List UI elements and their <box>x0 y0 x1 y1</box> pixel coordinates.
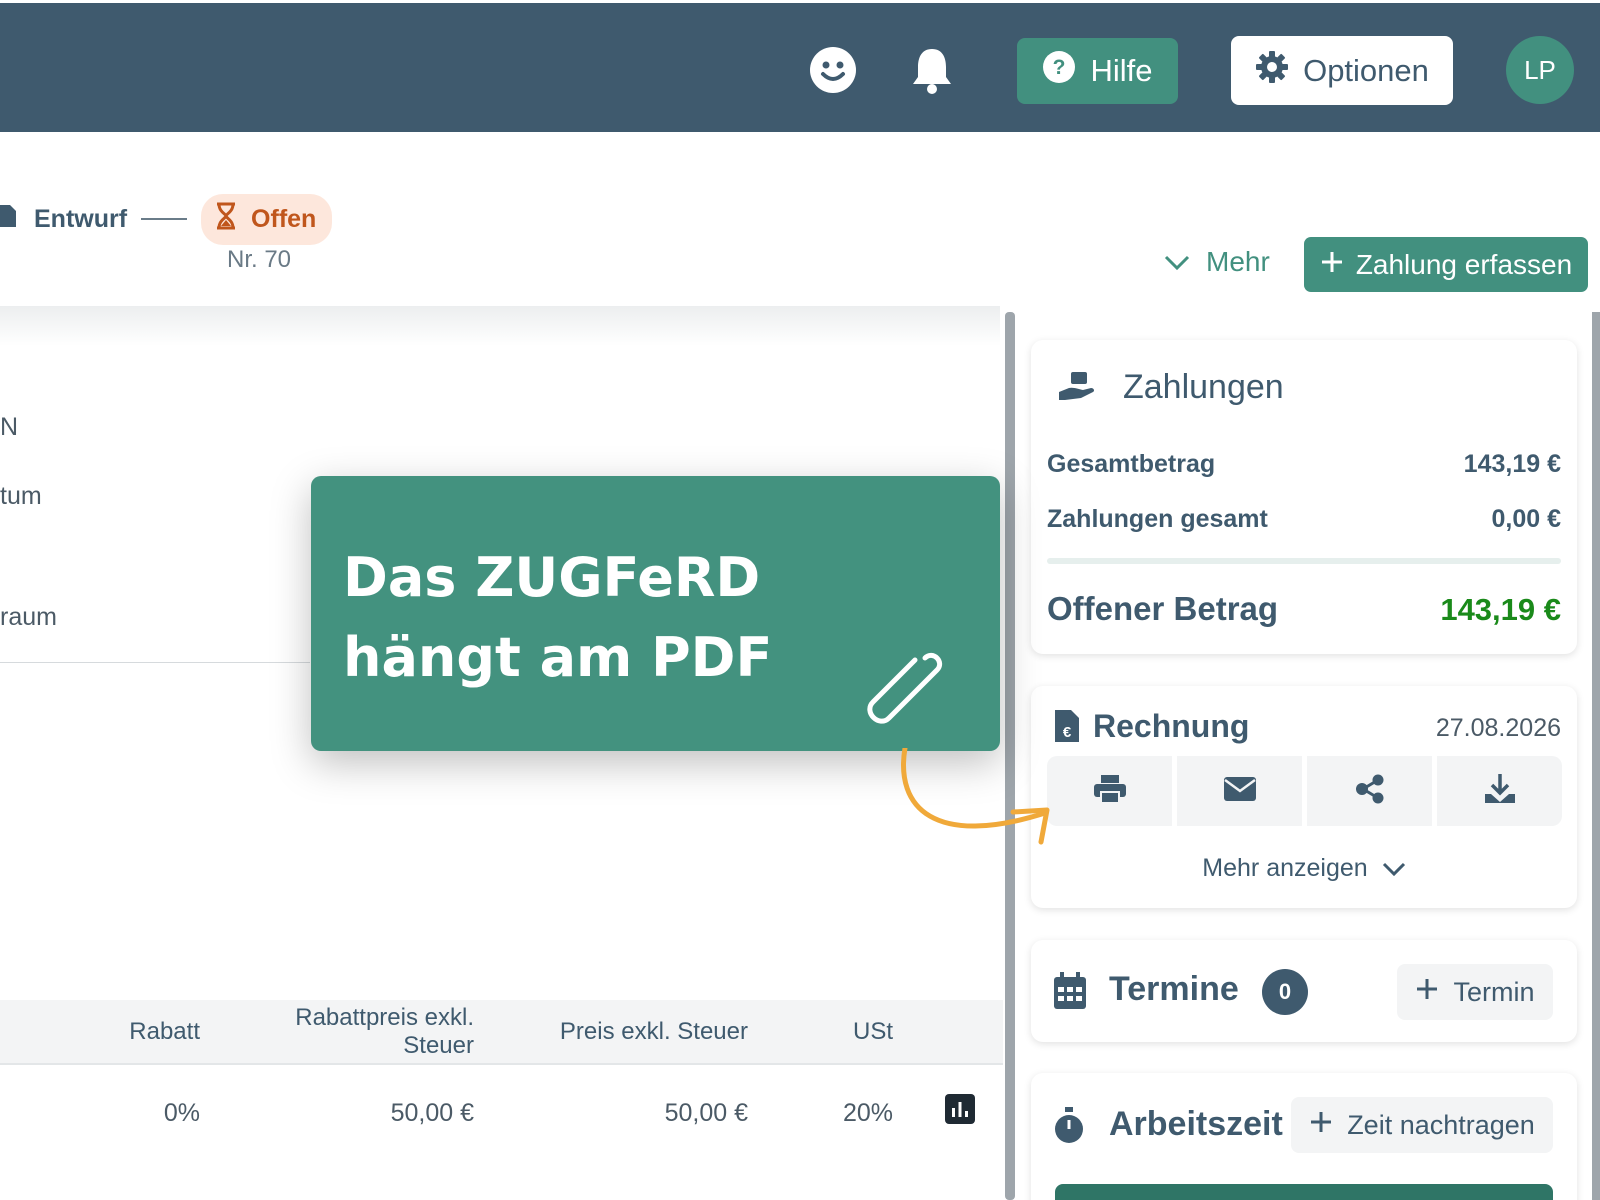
share-button[interactable] <box>1307 756 1432 826</box>
plus-icon <box>1309 1110 1333 1141</box>
hourglass-icon <box>215 202 237 237</box>
status-open-badge: Offen <box>201 193 333 245</box>
td-ust: 20% <box>842 1099 893 1127</box>
paid-value: 0,00 € <box>1491 505 1561 533</box>
content-top-shadow <box>0 306 1000 346</box>
envelope-icon <box>1223 776 1257 807</box>
add-time-button[interactable]: Zeit nachtragen <box>1291 1097 1553 1153</box>
download-icon <box>1483 772 1517 811</box>
worktime-title: Arbeitszeit <box>1109 1105 1283 1143</box>
hand-money-icon <box>1057 370 1097 409</box>
th-rabattpreis-line2: Steuer <box>403 1032 474 1059</box>
appointments-card: Termine 0 Termin <box>1031 940 1577 1042</box>
document-icon <box>0 203 16 236</box>
invoice-date: 27.08.2026 <box>1435 714 1561 742</box>
total-value: 143,19 € <box>1463 450 1561 478</box>
appointments-count-badge: 0 <box>1262 969 1308 1015</box>
status-open-label: Offen <box>251 204 317 233</box>
payments-card: Zahlungen Gesamtbetrag 143,19 € Zahlunge… <box>1031 340 1577 654</box>
stopwatch-icon <box>1053 1107 1085 1150</box>
status-draft: Entwurf <box>0 203 127 236</box>
more-dropdown-button[interactable]: Mehr <box>1164 246 1270 278</box>
total-label: Gesamtbetrag <box>1047 450 1216 478</box>
td-rabatt: 0% <box>163 1099 200 1127</box>
status-stepper: Entwurf Offen <box>0 193 333 245</box>
chevron-down-icon <box>1164 246 1190 278</box>
help-button[interactable]: ? Hilfe <box>1017 38 1178 104</box>
feedback-smiley-icon[interactable] <box>808 45 858 95</box>
invoice-title: Rechnung <box>1093 708 1250 744</box>
sidebar-scrollbar[interactable] <box>1592 312 1600 1200</box>
appointments-title: Termine <box>1109 970 1239 1008</box>
invoice-number: Nr. 70 <box>227 246 292 273</box>
worktime-card: Arbeitszeit Zeit nachtragen <box>1031 1073 1577 1200</box>
field-label-2: tum <box>0 482 42 510</box>
add-appointment-button[interactable]: Termin <box>1397 964 1553 1020</box>
th-rabattpreis: Rabattpreis exkl. Steuer <box>295 1004 474 1060</box>
svg-text:€: € <box>1063 724 1072 741</box>
top-bar: ? Hilfe Optionen LP <box>0 3 1600 132</box>
invoice-card: € Rechnung 27.08.2026 Mehr anzeigen <box>1031 686 1577 908</box>
options-button[interactable]: Optionen <box>1231 36 1453 105</box>
record-payment-label: Zahlung erfassen <box>1355 248 1573 280</box>
zugferd-callout: Das ZUGFeRD hängt am PDF <box>311 476 1000 751</box>
callout-text: Das ZUGFeRD hängt am PDF <box>343 546 773 689</box>
field-label-3: raum <box>0 603 57 631</box>
bar-chart-icon[interactable] <box>945 1094 975 1124</box>
print-button[interactable] <box>1047 756 1172 826</box>
field-label-1: N <box>0 413 19 441</box>
payments-divider <box>1047 558 1561 564</box>
notification-bell-icon[interactable] <box>907 45 957 95</box>
plus-icon <box>1320 249 1344 281</box>
gear-icon <box>1255 50 1289 92</box>
email-button[interactable] <box>1177 756 1302 826</box>
status-draft-label: Entwurf <box>34 204 128 233</box>
th-rabattpreis-line1: Rabattpreis exkl. <box>295 1004 474 1031</box>
help-label: Hilfe <box>1090 53 1153 88</box>
paid-label: Zahlungen gesamt <box>1047 505 1268 533</box>
paperclip-icon <box>855 648 945 733</box>
add-time-label: Zeit nachtragen <box>1347 1109 1535 1140</box>
td-preis: 50,00 € <box>664 1099 748 1127</box>
plus-icon <box>1415 977 1439 1008</box>
th-ust: USt <box>852 1018 893 1045</box>
show-more-label: Mehr anzeigen <box>1202 854 1368 882</box>
show-more-button[interactable]: Mehr anzeigen <box>1031 854 1577 883</box>
user-avatar[interactable]: LP <box>1506 36 1574 104</box>
calendar-icon <box>1053 972 1087 1015</box>
printer-icon <box>1093 773 1127 810</box>
help-question-icon: ? <box>1042 50 1076 92</box>
td-rabattpreis: 50,00 € <box>390 1099 474 1127</box>
invoice-euro-icon: € <box>1055 710 1079 747</box>
callout-arrow-icon <box>901 748 1050 845</box>
more-label: Mehr <box>1206 246 1270 277</box>
bottom-action-button[interactable] <box>1055 1184 1553 1200</box>
svg-text:?: ? <box>1053 56 1066 79</box>
record-payment-button[interactable]: Zahlung erfassen <box>1304 237 1588 292</box>
add-appointment-label: Termin <box>1453 976 1535 1007</box>
section-divider <box>0 662 310 663</box>
options-label: Optionen <box>1303 52 1429 88</box>
download-button[interactable] <box>1437 756 1562 826</box>
chevron-down-icon <box>1382 854 1406 883</box>
payments-title: Zahlungen <box>1123 368 1284 406</box>
share-icon <box>1354 774 1386 809</box>
th-rabatt: Rabatt <box>129 1018 200 1045</box>
th-preis: Preis exkl. Steuer <box>559 1018 748 1045</box>
status-connector <box>141 218 188 220</box>
open-amount-value: 143,19 € <box>1440 592 1561 627</box>
table-header: Rabatt Rabattpreis exkl. Steuer Preis ex… <box>0 1000 1003 1065</box>
open-amount-label: Offener Betrag <box>1047 590 1279 627</box>
